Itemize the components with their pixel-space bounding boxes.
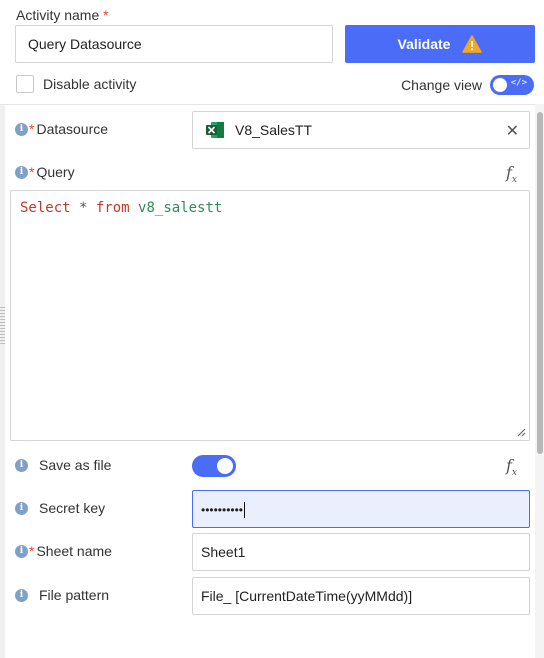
change-view-label: Change view: [401, 77, 482, 93]
excel-icon: [206, 122, 224, 138]
query-keyword-select: Select: [20, 200, 71, 216]
scrollbar-thumb[interactable]: [537, 112, 543, 454]
resize-grip-icon[interactable]: [0, 305, 5, 345]
close-icon[interactable]: ✕: [506, 121, 519, 141]
datasource-label: * Datasource: [29, 121, 109, 137]
datasource-select[interactable]: V8_SalesTT ✕: [192, 111, 530, 149]
info-icon[interactable]: i: [15, 545, 28, 558]
text-caret: [244, 502, 246, 519]
disable-activity-checkbox[interactable]: [16, 75, 34, 93]
activity-header: Activity name * Query Datasource Validat…: [0, 0, 544, 104]
sheet-name-label: * Sheet name: [29, 543, 112, 559]
toggle-knob: [217, 458, 233, 474]
sheet-name-input[interactable]: Sheet1: [192, 533, 530, 571]
activity-name-input[interactable]: Query Datasource: [15, 25, 333, 63]
file-pattern-label: File pattern: [39, 587, 110, 603]
left-edge-strip: [0, 105, 5, 658]
info-icon[interactable]: i: [15, 123, 28, 136]
info-icon[interactable]: i: [15, 589, 28, 602]
query-operator: *: [79, 200, 88, 216]
save-as-file-toggle[interactable]: [192, 455, 236, 477]
validate-button[interactable]: Validate: [345, 25, 535, 63]
validate-label: Validate: [397, 36, 451, 52]
resize-handle-icon[interactable]: [516, 427, 526, 437]
code-icon: </>: [510, 78, 527, 88]
toggle-knob: [493, 78, 507, 92]
change-view-toggle[interactable]: </>: [490, 75, 534, 95]
query-table-name: v8_salestt: [138, 200, 223, 216]
datasource-value: V8_SalesTT: [235, 122, 313, 138]
query-editor[interactable]: Select * from v8_salestt: [10, 190, 530, 441]
info-icon[interactable]: i: [15, 459, 28, 472]
secret-key-label: Secret key: [39, 500, 106, 516]
fx-icon[interactable]: fx: [506, 163, 517, 185]
change-view-control: Change view </>: [401, 75, 534, 95]
file-pattern-input[interactable]: File_ [CurrentDateTime(yyMMdd)]: [192, 577, 530, 615]
warning-icon: [462, 35, 483, 53]
query-label: * Query: [29, 164, 75, 180]
activity-name-label: Activity name *: [16, 7, 109, 23]
disable-activity-label: Disable activity: [43, 76, 137, 92]
save-as-file-label: Save as file: [39, 457, 112, 473]
secret-key-masked-value: ••••••••••: [201, 503, 244, 517]
query-keyword-from: from: [95, 200, 130, 216]
secret-key-input[interactable]: ••••••••••: [192, 490, 530, 528]
disable-activity-row: Disable activity: [16, 75, 136, 93]
fx-icon[interactable]: fx: [506, 456, 517, 478]
info-icon[interactable]: i: [15, 502, 28, 515]
info-icon[interactable]: i: [15, 166, 28, 179]
